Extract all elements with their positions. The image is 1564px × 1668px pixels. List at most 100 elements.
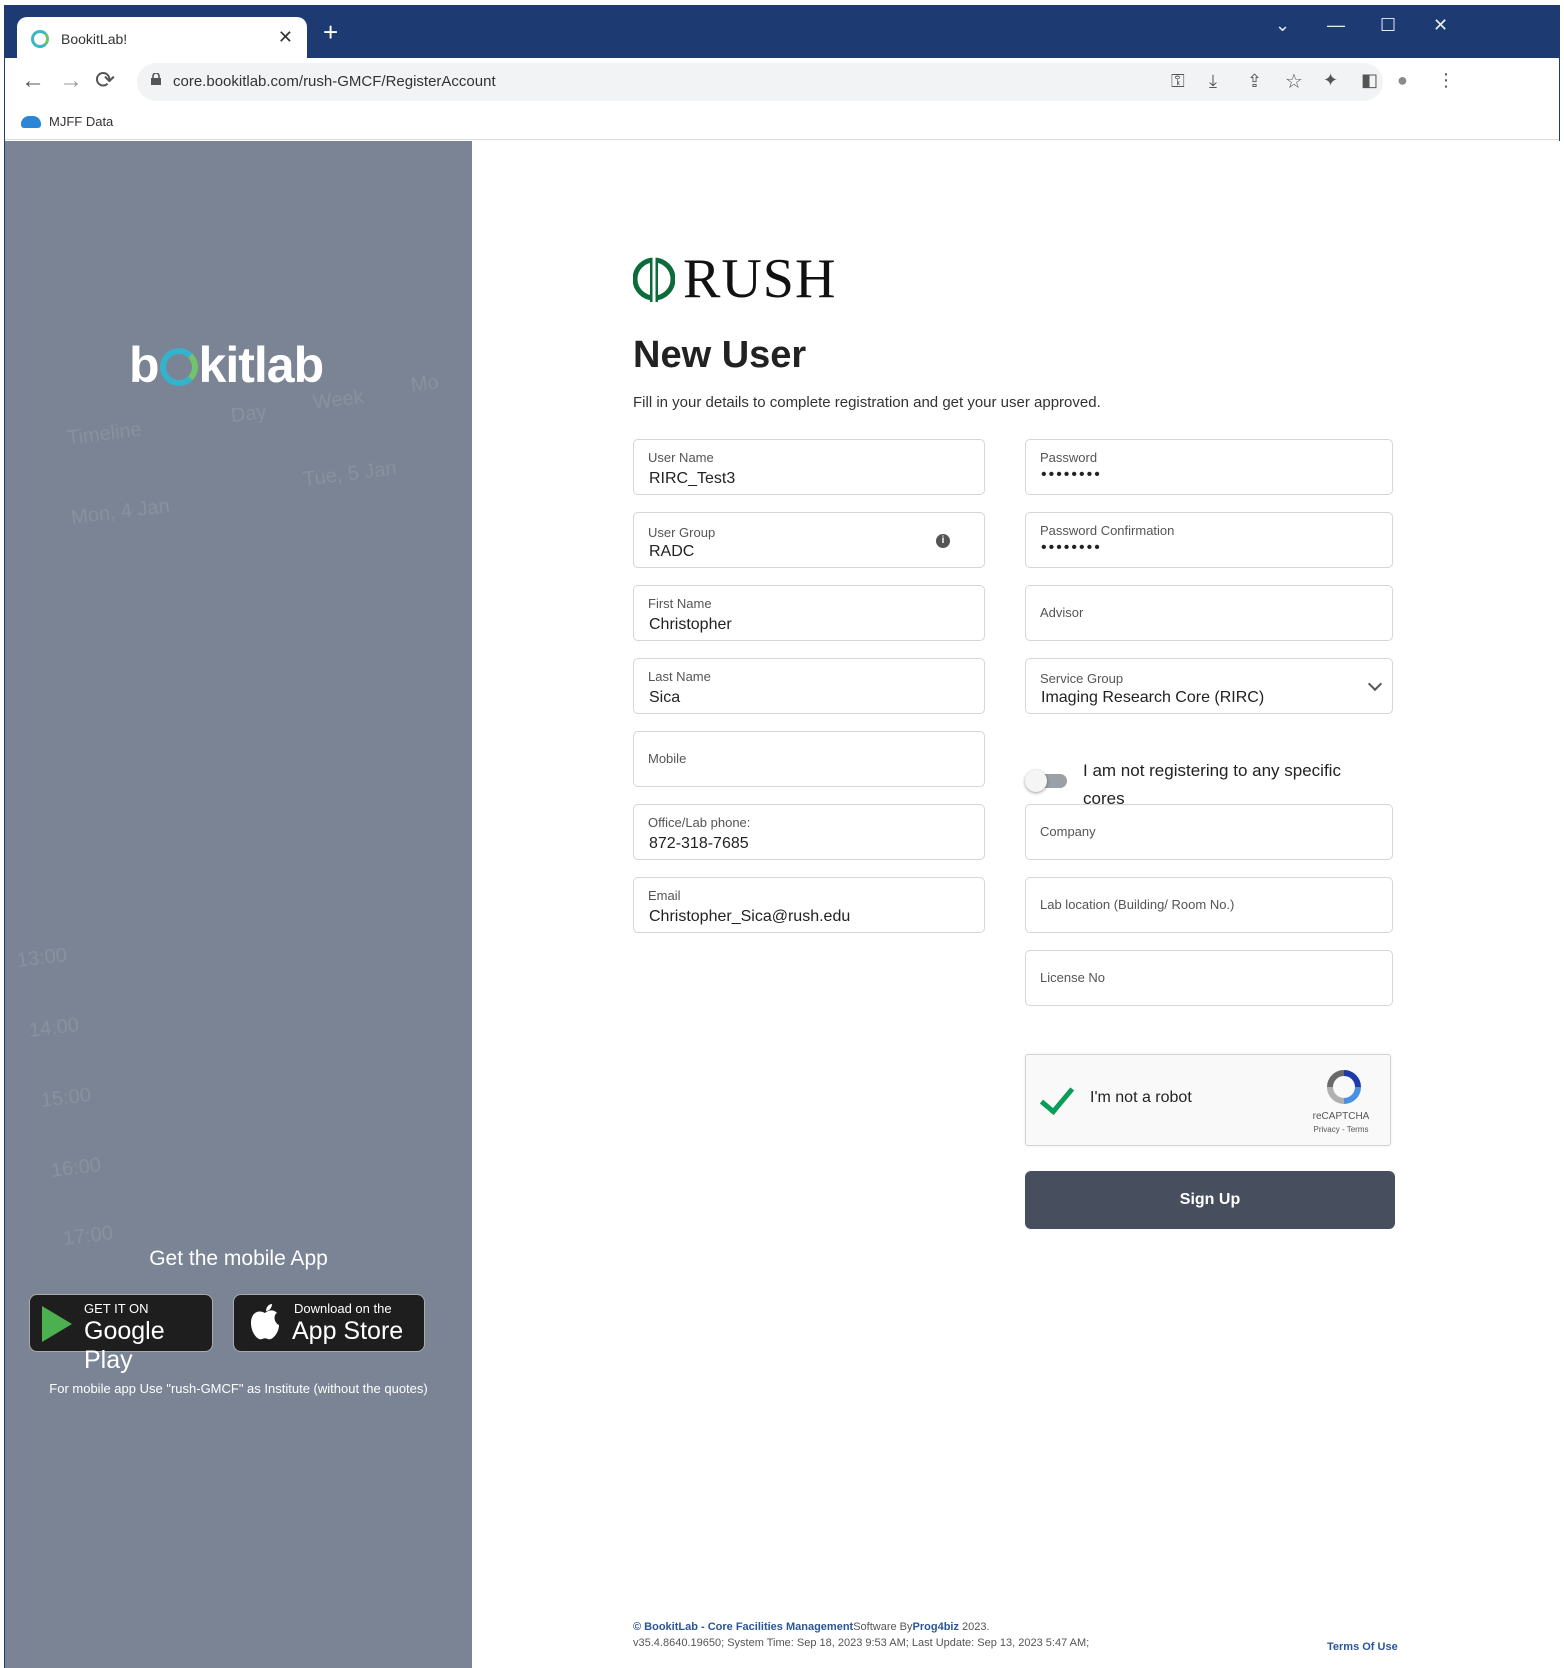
address-bar[interactable]: core.bookitlab.com/rush-GMCF/RegisterAcc… — [137, 63, 1383, 101]
google-play-button[interactable]: GET IT ON Google Play — [29, 1294, 213, 1374]
side-panel-icon[interactable]: ◧ — [1361, 70, 1378, 91]
password-confirmation-label: Password Confirmation — [1040, 523, 1175, 538]
password-field[interactable]: Password •••••••• — [1025, 439, 1393, 495]
share-icon[interactable]: ⇪ — [1247, 71, 1262, 92]
service-group-value: Imaging Research Core (RIRC) — [1041, 689, 1265, 706]
google-play-icon — [42, 1306, 72, 1342]
google-play-small-label: GET IT ON — [84, 1301, 149, 1316]
bg-calendar-label: 16:00 — [49, 1154, 103, 1182]
tab-search-icon[interactable]: ⌄ — [1275, 15, 1290, 36]
recaptcha-brand: reCAPTCHA — [1312, 1111, 1370, 1122]
bookitlab-link[interactable]: © BookitLab - Core Facilities Management — [633, 1621, 853, 1633]
minimize-icon[interactable]: — — [1327, 15, 1345, 36]
usergroup-field[interactable]: User Group RADC i — [633, 512, 985, 568]
firstname-field[interactable]: First Name Christopher — [633, 585, 985, 641]
install-app-icon[interactable]: ⤓ — [1209, 71, 1217, 92]
firstname-label: First Name — [648, 596, 712, 611]
chevron-down-icon — [1367, 676, 1383, 692]
lastname-label: Last Name — [648, 669, 711, 684]
app-store-label: App Store — [292, 1317, 404, 1345]
rush-logo: RUSH — [633, 247, 836, 311]
cloud-icon — [21, 115, 41, 128]
window-close-icon[interactable]: ✕ — [1433, 15, 1448, 36]
office-phone-field[interactable]: Office/Lab phone: 872-318-7685 — [633, 804, 985, 860]
usergroup-value: RADC — [649, 543, 695, 560]
left-panel: Timeline Day Week Mo Mon, 4 Jan Tue, 5 J… — [5, 141, 472, 1668]
lastname-field[interactable]: Last Name Sica — [633, 658, 985, 714]
footer-copyright: © BookitLab - Core Facilities Management… — [633, 1621, 990, 1633]
footer-year: 2023. — [958, 1621, 990, 1633]
maximize-icon[interactable]: ☐ — [1380, 15, 1396, 36]
password-confirmation-value: •••••••• — [1041, 539, 1102, 556]
mobile-app-note: For mobile app Use "rush-GMCF" as Instit… — [49, 1381, 428, 1396]
tab-title: BookitLab! — [61, 31, 128, 47]
bookmark-mjff-data[interactable]: MJFF Data — [21, 114, 113, 129]
advisor-label: Advisor — [1040, 605, 1084, 620]
toggle-knob — [1025, 770, 1047, 792]
bg-calendar-label: Mo — [409, 371, 440, 397]
password-key-icon[interactable]: ⚿ — [1171, 71, 1185, 92]
bg-calendar-label: 15:00 — [39, 1084, 93, 1112]
bg-calendar-label: 14:00 — [27, 1014, 81, 1042]
bookitlab-logo: b kitlab — [129, 336, 325, 394]
password-confirmation-field[interactable]: Password Confirmation •••••••• — [1025, 512, 1393, 568]
rush-wordmark: RUSH — [683, 248, 837, 310]
email-field[interactable]: Email Christopher_Sica@rush.edu — [633, 877, 985, 933]
bg-calendar-label: 13:00 — [15, 944, 69, 972]
office-phone-value: 872-318-7685 — [649, 835, 749, 852]
email-value: Christopher_Sica@rush.edu — [649, 908, 851, 925]
software-by-text: Software By — [853, 1621, 913, 1633]
logo-text-end: kitlab — [198, 337, 325, 393]
footer-version: v35.4.8640.19650; System Time: Sep 18, 2… — [633, 1637, 1090, 1649]
app-store-small-label: Download on the — [294, 1301, 392, 1316]
license-field[interactable]: License No — [1025, 950, 1393, 1006]
url-text: core.bookitlab.com/rush-GMCF/RegisterAcc… — [173, 73, 496, 90]
bookmark-star-icon[interactable]: ☆ — [1285, 69, 1303, 94]
service-group-select[interactable]: Service Group Imaging Research Core (RIR… — [1025, 658, 1393, 714]
extensions-icon[interactable]: ✦ — [1323, 70, 1338, 91]
page-title: New User — [633, 334, 807, 376]
browser-window: BookitLab! ✕ + ⌄ — ☐ ✕ ← → ⟳ core.bookit… — [4, 5, 1561, 1668]
service-group-label: Service Group — [1040, 671, 1124, 686]
company-field[interactable]: Company — [1025, 804, 1393, 860]
browser-tab[interactable]: BookitLab! ✕ — [17, 17, 307, 60]
license-label: License No — [1040, 970, 1106, 985]
prog4biz-link[interactable]: Prog4biz — [913, 1621, 959, 1633]
lab-location-field[interactable]: Lab location (Building/ Room No.) — [1025, 877, 1393, 933]
advisor-field[interactable]: Advisor — [1025, 585, 1393, 641]
terms-of-use-link[interactable]: Terms Of Use — [1327, 1641, 1398, 1653]
profile-icon[interactable]: ● — [1397, 70, 1408, 91]
new-tab-button[interactable]: + — [323, 19, 338, 45]
forward-icon[interactable]: → — [59, 68, 83, 94]
bookitlab-favicon-icon — [31, 30, 49, 48]
lock-icon — [151, 73, 161, 85]
captcha-checkmark-icon[interactable] — [1039, 1078, 1075, 1116]
mobile-label: Mobile — [648, 751, 687, 766]
password-value: •••••••• — [1041, 466, 1102, 483]
bg-calendar-label: Timeline — [65, 418, 143, 450]
username-field[interactable]: User Name RIRC_Test3 — [633, 439, 985, 495]
app-store-button[interactable]: Download on the App Store — [233, 1294, 425, 1352]
no-specific-cores-toggle[interactable] — [1025, 770, 1067, 792]
info-icon[interactable]: i — [936, 534, 950, 548]
logo-text-start: b — [129, 337, 160, 393]
title-bar: BookitLab! ✕ + ⌄ — ☐ ✕ — [5, 5, 1559, 60]
lab-location-label: Lab location (Building/ Room No.) — [1040, 897, 1235, 912]
google-play-label: Google Play — [84, 1317, 165, 1374]
company-label: Company — [1040, 824, 1096, 839]
mobile-field[interactable]: Mobile — [633, 731, 985, 787]
bg-calendar-label: Tue, 5 Jan — [301, 457, 398, 491]
rush-emblem-icon — [633, 256, 675, 302]
back-icon[interactable]: ← — [21, 68, 45, 94]
firstname-value: Christopher — [649, 616, 732, 633]
lastname-value: Sica — [649, 689, 681, 706]
username-label: User Name — [648, 450, 714, 465]
apple-icon — [251, 1304, 279, 1340]
recaptcha-widget[interactable]: I'm not a robot reCAPTCHA Privacy - Term… — [1025, 1054, 1391, 1146]
sign-up-button[interactable]: Sign Up — [1025, 1171, 1395, 1229]
recaptcha-icon — [1327, 1070, 1361, 1104]
tab-close-icon[interactable]: ✕ — [278, 27, 293, 48]
reload-icon[interactable]: ⟳ — [95, 68, 115, 94]
recaptcha-links[interactable]: Privacy - Terms — [1306, 1125, 1376, 1134]
browser-menu-icon[interactable]: ⋮ — [1437, 70, 1455, 91]
